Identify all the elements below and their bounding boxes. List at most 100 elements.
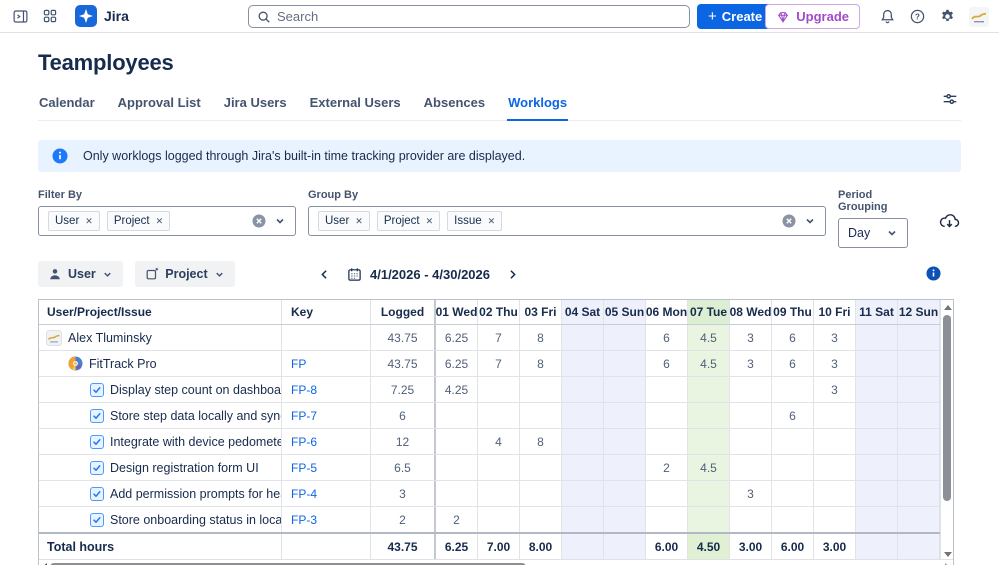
tab-external-users[interactable]: External Users [309,91,402,120]
notifications-bell-icon[interactable] [879,8,896,25]
day-cell [604,429,646,454]
user-avatar[interactable] [969,6,989,27]
day-cell [478,377,520,402]
row-key-cell [282,325,371,350]
date-range-picker[interactable]: 4/1/2026 - 4/30/2026 [347,267,490,282]
day-cell: 4.5 [688,455,730,480]
gem-icon [776,10,790,24]
group-by-label: Group By [308,189,359,201]
clear-filter-icon[interactable] [252,214,266,228]
column-header-day-02-thu[interactable]: 02 Thu [478,300,520,324]
vertical-scrollbar[interactable] [940,300,953,562]
day-cell: 3 [730,481,772,506]
day-cell [436,403,478,428]
vertical-scrollbar-thumb[interactable] [943,315,951,501]
remove-chip-icon[interactable]: ✕ [85,216,93,227]
row-name-cell: Add permission prompts for health data [39,481,282,506]
table-info-icon[interactable] [926,266,941,286]
previous-period-arrow[interactable] [317,266,331,283]
chip-user[interactable]: User ✕ [318,211,370,231]
chip-label: Project [113,215,150,227]
chip-project[interactable]: Project ✕ [106,211,171,231]
column-header-day-08-wed[interactable]: 08 Wed [730,300,772,324]
clear-group-icon[interactable] [782,214,796,228]
global-search[interactable] [248,5,690,28]
column-header-day-09-thu[interactable]: 09 Thu [772,300,814,324]
scroll-up-arrow[interactable] [944,305,952,310]
chip-issue[interactable]: Issue ✕ [447,211,503,231]
scroll-down-arrow[interactable] [944,552,952,557]
issue-key-link[interactable]: FP-4 [291,487,317,501]
day-cell [562,325,604,350]
issue-key-link[interactable]: FP [291,357,306,371]
issue-icon [90,486,104,501]
column-header-key[interactable]: Key [282,300,371,324]
row-key-cell: FP [282,351,371,376]
total-day-cell [604,534,646,559]
row-logged-cell: 2 [371,507,436,532]
day-cell [772,481,814,506]
issue-key-link[interactable]: FP-7 [291,409,317,423]
issue-key-link[interactable]: FP-3 [291,513,317,527]
column-header-day-06-mon[interactable]: 06 Mon [646,300,688,324]
table-row-alex-tluminsky: Alex Tluminsky 43.75 6.25 7 8 6 4.5 3 6 3 [39,325,953,351]
search-input[interactable] [277,9,681,24]
column-header-day-05-sun[interactable]: 05 Sun [604,300,646,324]
day-cell [772,429,814,454]
help-icon[interactable]: ? [909,8,926,25]
export-cloud-download-icon[interactable] [938,210,961,238]
row-label: Integrate with device pedometer API [110,434,282,449]
remove-chip-icon[interactable]: ✕ [156,216,164,227]
upgrade-button[interactable]: Upgrade [765,4,860,29]
tab-approval-list[interactable]: Approval List [117,91,202,120]
total-label: Total hours [39,534,282,559]
issue-key-link[interactable]: FP-6 [291,435,317,449]
create-button[interactable]: + Create [697,4,774,29]
tab-jira-users[interactable]: Jira Users [223,91,288,120]
sidebar-toggle-icon[interactable] [12,8,29,25]
chevron-down-icon[interactable] [274,215,286,227]
user-dropdown-button[interactable]: User [38,261,123,287]
tab-absences[interactable]: Absences [423,91,486,120]
row-key-cell: FP-5 [282,455,371,480]
chevron-down-icon[interactable] [804,215,816,227]
day-cell [856,455,898,480]
column-header-day-12-sun[interactable]: 12 Sun [898,300,940,324]
issue-key-link[interactable]: FP-8 [291,383,317,397]
tab-worklogs[interactable]: Worklogs [507,91,569,121]
row-logged-cell: 6.5 [371,455,436,480]
column-header-day-04-sat[interactable]: 04 Sat [562,300,604,324]
column-header-day-10-fri[interactable]: 10 Fri [814,300,856,324]
app-switcher-icon[interactable] [42,8,58,24]
period-grouping-select[interactable]: Day [838,218,908,248]
issue-key-link[interactable]: FP-5 [291,461,317,475]
filter-by-select[interactable]: User ✕ Project ✕ [38,206,296,236]
info-icon [52,148,68,164]
remove-chip-icon[interactable]: ✕ [355,216,363,227]
view-settings-sliders-icon[interactable] [941,90,959,113]
project-dropdown-button[interactable]: Project [135,261,235,287]
remove-chip-icon[interactable]: ✕ [426,216,434,227]
tab-calendar[interactable]: Calendar [38,91,96,120]
total-day-cell: 3.00 [730,534,772,559]
day-cell [562,351,604,376]
chip-user[interactable]: User ✕ [48,211,100,231]
group-by-select[interactable]: User ✕ Project ✕ Issue ✕ [308,206,826,236]
column-header-day-11-sat[interactable]: 11 Sat [856,300,898,324]
settings-gear-icon[interactable] [939,8,956,25]
day-cell: 6.25 [436,351,478,376]
chip-project[interactable]: Project ✕ [376,211,441,231]
day-cell [520,403,562,428]
jira-home-link[interactable]: Jira [75,5,129,27]
next-period-arrow[interactable] [506,266,520,283]
chip-label: Project [383,215,420,227]
column-header-logged[interactable]: Logged [371,300,436,324]
table-row-store-onboarding-status-in-local-storage: Store onboarding status in local storage… [39,507,953,533]
row-logged-cell: 6 [371,403,436,428]
column-header-day-07-tue[interactable]: 07 Tue [688,300,730,324]
horizontal-scrollbar[interactable] [39,559,953,565]
remove-chip-icon[interactable]: ✕ [488,216,496,227]
column-header-day-01-wed[interactable]: 01 Wed [436,300,478,324]
column-header-day-03-fri[interactable]: 03 Fri [520,300,562,324]
column-header-name[interactable]: User/Project/Issue [39,300,282,324]
